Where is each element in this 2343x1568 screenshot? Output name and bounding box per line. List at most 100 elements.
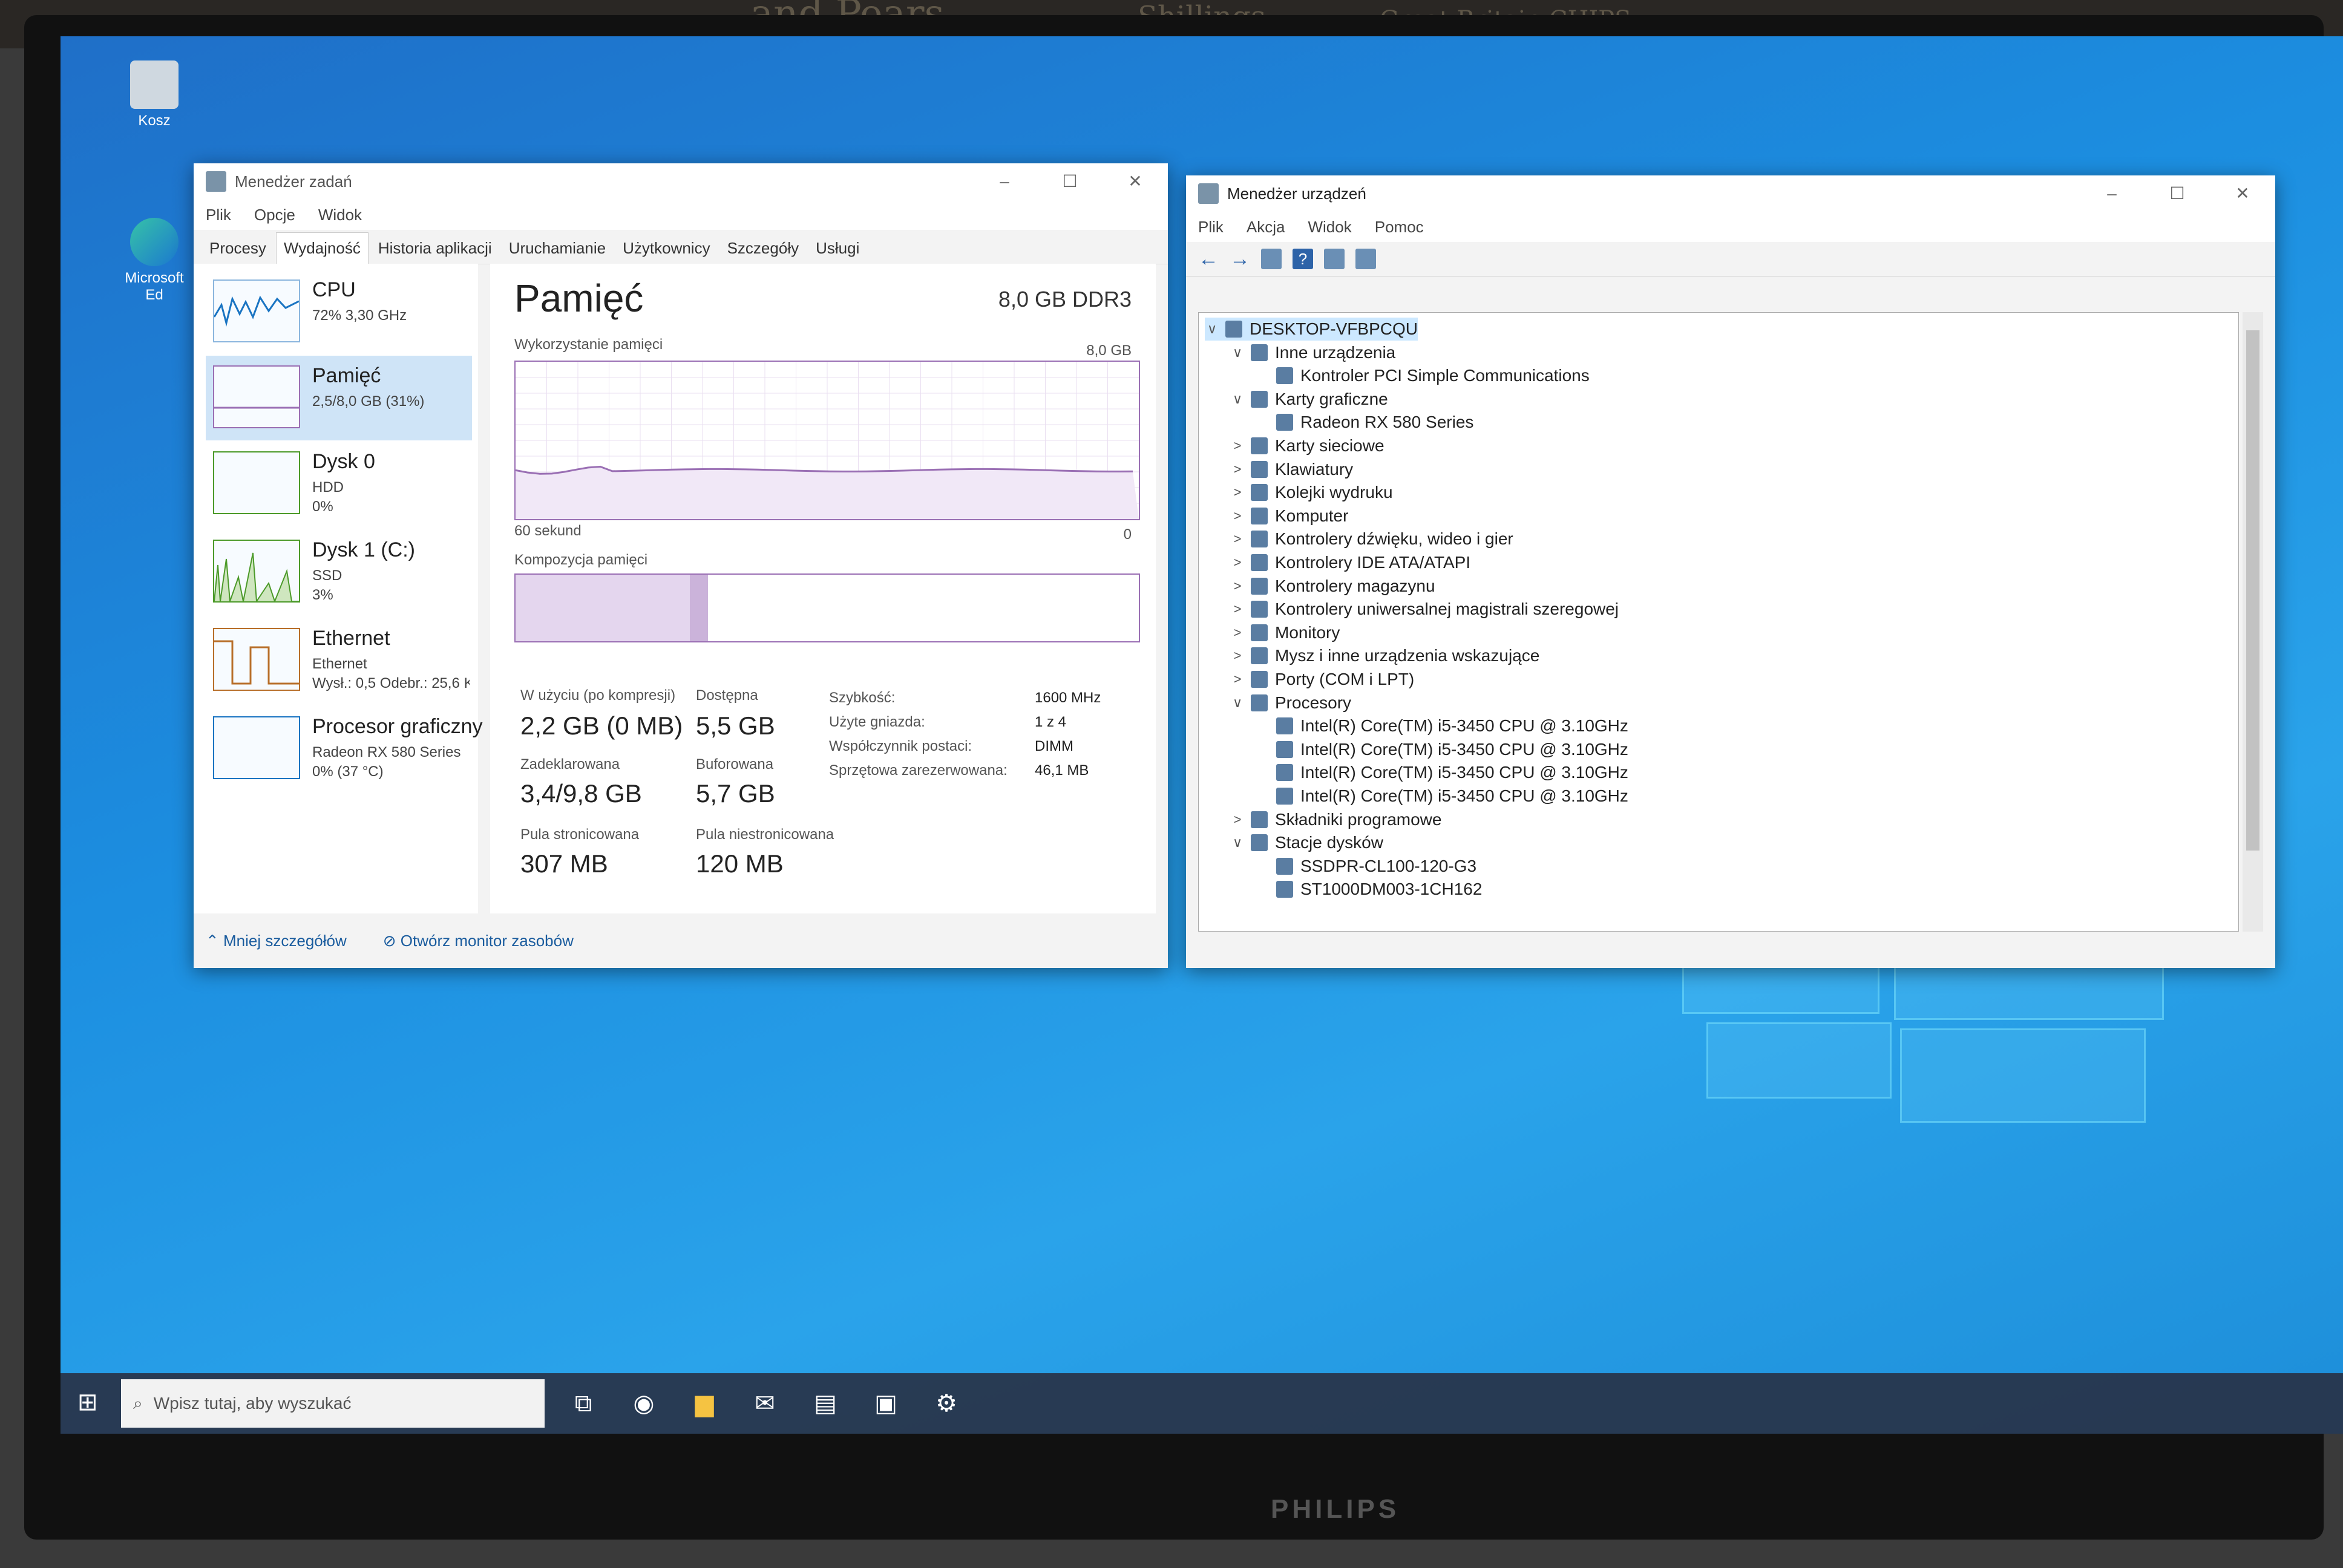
task-view-icon[interactable]: ⧉ (569, 1389, 598, 1418)
tree-node[interactable]: > Komputer (1230, 505, 1349, 528)
expand-icon[interactable]: > (1230, 555, 1245, 570)
tree-node[interactable]: > Monitory (1230, 621, 1340, 644)
expand-icon[interactable]: > (1230, 578, 1245, 594)
back-icon[interactable]: ← (1198, 249, 1219, 269)
view-icon[interactable] (1324, 249, 1345, 269)
expand-icon[interactable]: > (1230, 438, 1245, 454)
edge-taskbar-icon[interactable]: ◉ (629, 1389, 658, 1418)
expand-icon[interactable]: ∨ (1230, 391, 1245, 407)
menu-view[interactable]: Widok (1308, 218, 1351, 237)
settings-icon[interactable]: ⚙ (932, 1389, 961, 1418)
expand-icon[interactable]: > (1230, 508, 1245, 524)
window-title: Menedżer zadań (235, 172, 352, 191)
maximize-button[interactable]: ☐ (1037, 163, 1103, 200)
expand-icon[interactable]: > (1230, 531, 1245, 547)
tab-details[interactable]: Szczegóły (720, 233, 807, 264)
tree-node[interactable]: > Mysz i inne urządzenia wskazujące (1230, 644, 1540, 667)
menu-action[interactable]: Akcja (1247, 218, 1285, 237)
resource-monitor-link[interactable]: ⊘ Otwórz monitor zasobów (383, 932, 592, 950)
tree-node-label: SSDPR-CL100-120-G3 (1300, 856, 1477, 875)
tree-node[interactable]: > Klawiatury (1230, 458, 1354, 481)
tree-node[interactable]: > Kontrolery uniwersalnej magistrali szer… (1230, 598, 1619, 621)
properties-icon[interactable] (1261, 249, 1282, 269)
maximize-button[interactable]: ☐ (2145, 175, 2210, 212)
taskbar-search-box[interactable]: ⌕ Wpisz tutaj, aby wyszukać (121, 1379, 545, 1428)
tree-node[interactable]: SSDPR-CL100-120-G3 (1256, 855, 1476, 878)
tree-node[interactable]: Intel(R) Core(TM) i5-3450 CPU @ 3.10GHz (1256, 761, 1628, 784)
minimize-button[interactable]: – (972, 163, 1037, 200)
start-button[interactable]: ⊞ (77, 1390, 102, 1414)
reserved-value: 46,1 MB (1035, 762, 1089, 779)
tree-node[interactable]: Intel(R) Core(TM) i5-3450 CPU @ 3.10GHz (1256, 738, 1628, 761)
tree-node[interactable]: > Kontrolery magazynu (1230, 575, 1435, 598)
tree-node[interactable]: > Kolejki wydruku (1230, 481, 1393, 504)
tree-node[interactable]: Intel(R) Core(TM) i5-3450 CPU @ 3.10GHz (1256, 785, 1628, 808)
tree-node[interactable]: Kontroler PCI Simple Communications (1256, 364, 1590, 387)
close-button[interactable]: ✕ (2210, 175, 2275, 212)
mail-icon[interactable]: ✉ (750, 1389, 779, 1418)
tree-node-label: Karty graficzne (1275, 389, 1388, 408)
expand-icon[interactable]: > (1230, 625, 1245, 641)
file-explorer-icon[interactable]: ▆ (690, 1389, 719, 1418)
tab-services[interactable]: Usługi (808, 233, 867, 264)
expand-icon[interactable]: > (1230, 648, 1245, 664)
tree-node[interactable]: > Kontrolery IDE ATA/ATAPI (1230, 551, 1471, 574)
device-manager-taskbar-icon[interactable]: ▣ (871, 1389, 900, 1418)
menu-options[interactable]: Opcje (254, 206, 295, 224)
fewer-details-link[interactable]: ⌃ Mniej szczegółów (206, 932, 365, 950)
menu-file[interactable]: Plik (206, 206, 231, 224)
tab-users[interactable]: Użytkownicy (615, 233, 717, 264)
device-manager-titlebar[interactable]: Menedżer urządzeń – ☐ ✕ (1186, 175, 2275, 212)
tree-node-label: Porty (COM i LPT) (1275, 670, 1415, 688)
forward-icon[interactable]: → (1230, 249, 1250, 269)
menu-help[interactable]: Pomoc (1375, 218, 1424, 237)
tree-node[interactable]: ∨ Karty graficzne (1230, 388, 1388, 411)
expand-icon[interactable]: > (1230, 485, 1245, 500)
tree-node-label: ST1000DM003-1CH162 (1300, 880, 1483, 899)
expand-icon[interactable]: ∨ (1230, 835, 1245, 851)
tree-node[interactable]: ∨ Stacje dysków (1230, 831, 1383, 854)
sidebar-item-disk0[interactable]: Dysk 0 HDD 0% (206, 442, 472, 526)
search-icon: ⌕ (133, 1393, 143, 1413)
tree-node[interactable]: > Składniki programowe (1230, 808, 1442, 831)
tree-node[interactable]: Radeon RX 580 Series (1256, 411, 1473, 434)
sidebar-item-cpu[interactable]: CPU 72% 3,30 GHz (206, 270, 472, 354)
monitor-icon[interactable] (1355, 249, 1376, 269)
tab-processes[interactable]: Procesy (202, 233, 274, 264)
tab-startup[interactable]: Uruchamianie (502, 233, 613, 264)
close-button[interactable]: ✕ (1103, 163, 1168, 200)
tree-node[interactable]: ∨ Procesory (1230, 691, 1351, 714)
device-icon (1276, 857, 1293, 875)
expand-icon[interactable]: ∨ (1230, 695, 1245, 711)
minimize-button[interactable]: – (2079, 175, 2145, 212)
sidebar-item-gpu[interactable]: Procesor graficzny Radeon RX 580 Series … (206, 707, 483, 791)
tree-node[interactable]: ∨ Inne urządzenia (1230, 341, 1395, 364)
desktop-icon-recycle-bin[interactable]: Kosz (115, 60, 194, 129)
menu-view[interactable]: Widok (318, 206, 362, 224)
tree-node[interactable]: Intel(R) Core(TM) i5-3450 CPU @ 3.10GHz (1256, 714, 1628, 737)
sidebar-item-disk1[interactable]: Dysk 1 (C:) SSD 3% (206, 530, 472, 615)
expand-icon[interactable]: > (1230, 812, 1245, 828)
photos-icon[interactable]: ▤ (811, 1389, 840, 1418)
sidebar-item-memory[interactable]: Pamięć 2,5/8,0 GB (31%) (206, 356, 472, 440)
tree-node[interactable]: > Kontrolery dźwięku, wideo i gier (1230, 528, 1513, 550)
tab-performance[interactable]: Wydajność (275, 232, 369, 264)
expand-icon[interactable]: > (1230, 462, 1245, 477)
device-icon (1251, 834, 1268, 852)
tree-scrollbar[interactable] (2243, 312, 2263, 932)
desktop-icon-edge[interactable]: Microsoft Ed (115, 218, 194, 304)
sidebar-item-ethernet[interactable]: Ethernet Ethernet Wysł.: 0,5 Odebr.: 25,… (206, 618, 472, 703)
tree-node[interactable]: ST1000DM003-1CH162 (1256, 878, 1482, 901)
expand-icon[interactable]: > (1230, 671, 1245, 687)
task-manager-titlebar[interactable]: Menedżer zadań – ☐ ✕ (194, 163, 1168, 200)
tree-root[interactable]: ∨ DESKTOP-VFBPCQU (1205, 318, 1418, 341)
tree-node[interactable]: > Porty (COM i LPT) (1230, 668, 1415, 691)
menu-file[interactable]: Plik (1198, 218, 1224, 237)
tab-app-history[interactable]: Historia aplikacji (371, 233, 499, 264)
help-icon[interactable]: ? (1293, 249, 1313, 269)
expand-icon[interactable]: ∨ (1205, 321, 1219, 337)
tree-node[interactable]: > Karty sieciowe (1230, 434, 1384, 457)
expand-icon[interactable]: > (1230, 601, 1245, 617)
expand-icon[interactable]: ∨ (1230, 345, 1245, 361)
speed-value: 1600 MHz (1035, 690, 1101, 706)
